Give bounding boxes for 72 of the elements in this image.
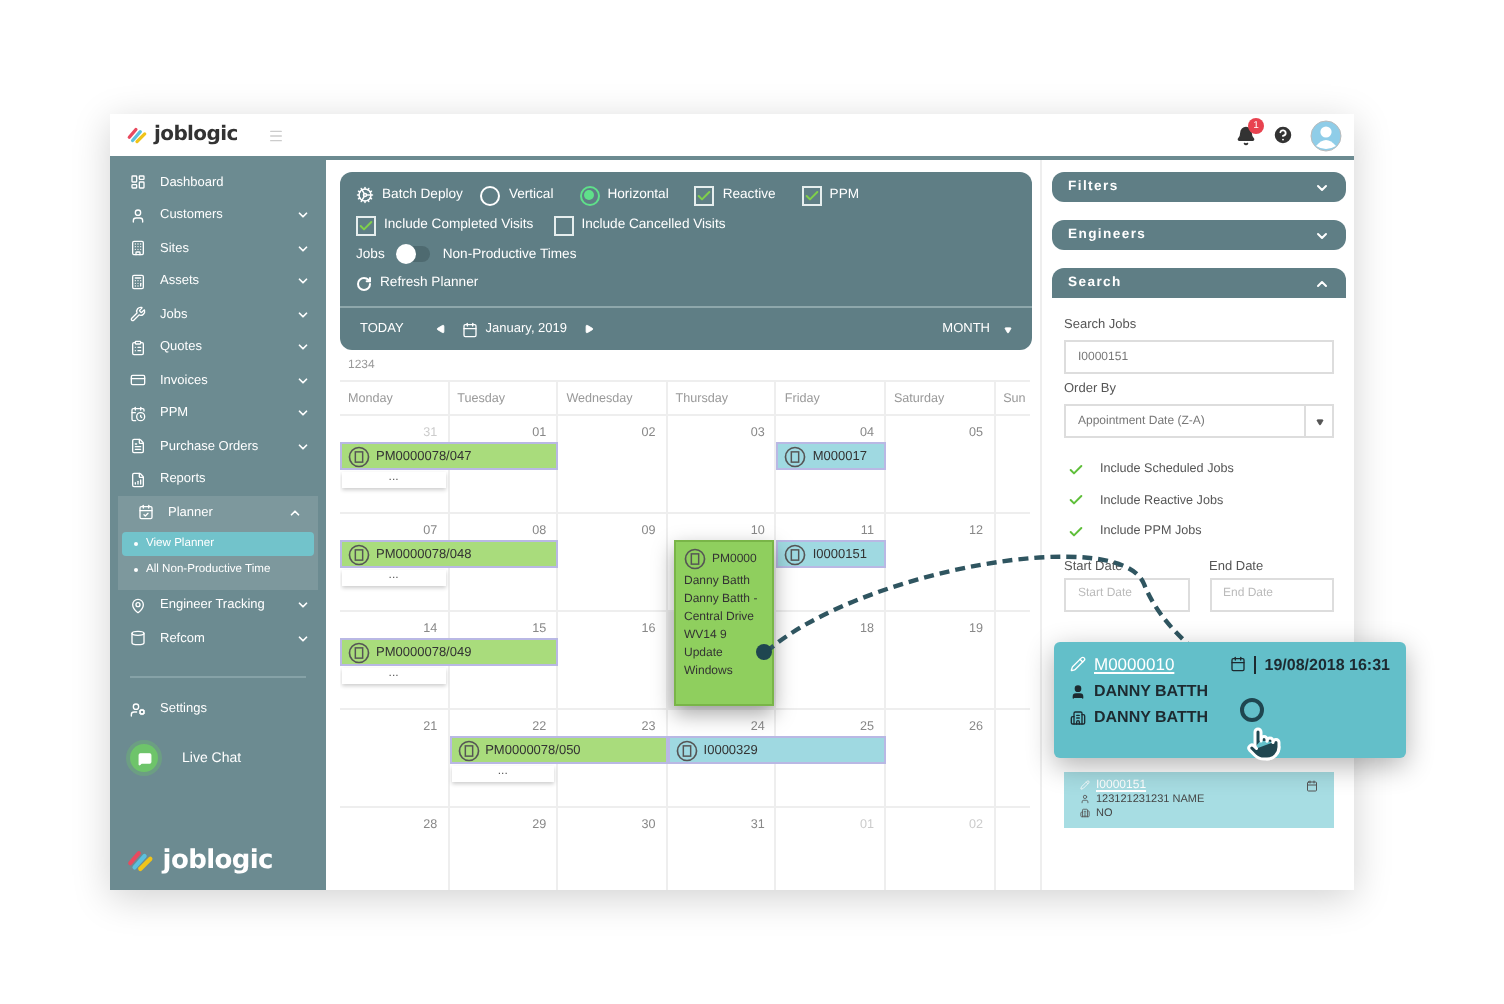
target-ring (1240, 698, 1264, 722)
check-icon[interactable] (1068, 523, 1084, 540)
person-icon (1080, 794, 1090, 804)
toggle-switch[interactable] (396, 246, 431, 262)
help-icon[interactable] (1272, 124, 1294, 146)
job-icon (348, 445, 370, 467)
job-icon (457, 739, 480, 761)
clipboard-icon (130, 339, 146, 356)
check-icon[interactable] (1068, 461, 1084, 478)
hand-cursor-icon (1246, 726, 1282, 762)
user-settings-icon (130, 701, 146, 718)
avatar-icon[interactable] (1310, 119, 1342, 151)
logo-text: joblogic (154, 124, 238, 146)
chat-icon[interactable] (130, 744, 158, 772)
bell-icon[interactable] (1236, 125, 1256, 145)
popup-datetime: 19/08/2018 16:31 (1264, 655, 1390, 673)
job-icon (348, 641, 370, 663)
person-icon (130, 207, 146, 224)
logo-icon (126, 846, 155, 876)
next-icon[interactable] (583, 324, 594, 334)
job-icon (675, 739, 698, 761)
person-icon (1070, 683, 1086, 699)
logo-text: joblogic (162, 846, 273, 876)
wrench-icon (130, 306, 146, 323)
chevron-down-icon[interactable] (296, 406, 310, 421)
customer-name: DANNY BATTH (1094, 708, 1209, 726)
building-icon (1080, 808, 1090, 818)
chevron-down-icon[interactable] (296, 208, 310, 223)
pencil-icon (1080, 780, 1090, 790)
check-icon[interactable] (1068, 492, 1084, 509)
chevron-down-icon[interactable] (296, 598, 310, 613)
job-popup[interactable]: M0000010 19/08/2018 16:31 DANNY BATTH DANNY BATTH (1054, 642, 1406, 758)
checkbox[interactable] (356, 215, 376, 235)
job-link[interactable]: M0000010 (1094, 654, 1175, 674)
gear-icon[interactable] (356, 186, 374, 204)
chevron-down-icon[interactable] (296, 274, 310, 289)
checkbox[interactable] (801, 185, 822, 205)
job-icon (684, 548, 706, 570)
pencil-icon (1070, 656, 1086, 672)
job-icon (784, 543, 807, 565)
job-icon (784, 445, 807, 467)
previous-icon[interactable] (435, 324, 446, 334)
radio-button[interactable] (579, 185, 600, 205)
building-icon (1070, 709, 1086, 725)
dashboard-icon (130, 174, 146, 191)
calendar-icon (461, 321, 478, 337)
checkbox[interactable] (694, 185, 715, 205)
logo-icon (126, 124, 148, 146)
calendar-icon (138, 504, 154, 521)
calendar-icon (1306, 779, 1318, 791)
report-icon (130, 471, 146, 488)
calendar-icon (1230, 656, 1247, 672)
pin-icon (130, 597, 146, 614)
chevron-down-icon[interactable] (296, 307, 310, 322)
document-icon (130, 438, 146, 455)
chevron-down-icon[interactable] (296, 373, 310, 388)
chevron-up-icon[interactable] (288, 505, 302, 520)
caret-icon[interactable] (1315, 417, 1323, 425)
calculator-icon (130, 273, 146, 290)
job-icon (348, 543, 370, 565)
building-icon (130, 240, 146, 257)
cylinder-icon (130, 630, 146, 647)
chevron-down-icon[interactable] (296, 340, 310, 355)
refresh-icon[interactable] (356, 275, 372, 291)
checkbox[interactable] (553, 215, 574, 235)
calendar-icon (130, 405, 146, 422)
chevron-down-icon[interactable] (296, 439, 310, 454)
card-icon (130, 372, 146, 389)
chevron-down-icon[interactable] (296, 631, 310, 646)
connector-dot (756, 644, 772, 660)
engineer-name: DANNY BATTH (1094, 682, 1209, 700)
chevron-down-icon[interactable] (296, 241, 310, 256)
